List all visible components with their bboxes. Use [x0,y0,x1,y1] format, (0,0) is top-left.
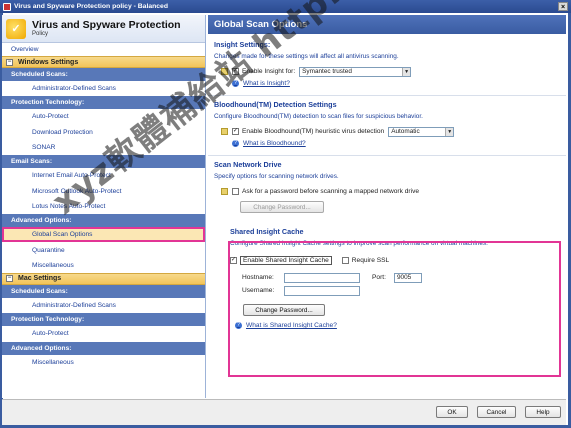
cancel-button[interactable]: Cancel [477,406,516,418]
nav-overview[interactable]: Overview [2,43,205,56]
nav-item-global-scan-options[interactable]: Global Scan Options [2,227,205,243]
enable-bloodhound-label: Enable Bloodhound(TM) heuristic virus de… [242,128,385,135]
help-button[interactable]: Help [525,406,561,418]
shared-cache-highlight [228,241,561,377]
brand-header: ✓ Virus and Spyware Protection Policy [2,15,205,43]
chevron-down-icon[interactable]: ▼ [402,67,411,76]
chevron-down-icon[interactable]: ▼ [445,127,454,136]
nav-group-header: Advanced Options: [2,341,205,355]
shield-logo-icon: ✓ [6,18,26,39]
nav-group-header: Scheduled Scans: [2,68,205,81]
nav-item-outlook[interactable]: Microsoft Outlook Auto-Protect [2,183,205,198]
bloodhound-desc: Configure Bloodhound(TM) detection to sc… [214,113,423,120]
insight-level-value: Symantec trusted [302,68,352,75]
ok-button[interactable]: OK [436,406,468,418]
network-row: Ask for a password before scanning a map… [208,186,566,197]
insight-desc: Changes made for these settings will aff… [214,53,399,60]
nav-item-auto-protect[interactable]: Auto-Protect [2,109,205,124]
network-change-password-button[interactable]: Change Password... [240,201,324,213]
ask-password-label: Ask for a password before scanning a map… [242,188,420,195]
page-title: Global Scan Options [208,15,566,34]
lock-icon [221,188,228,195]
nav-group-header: Protection Technology: [2,313,205,327]
network-desc: Specify options for scanning network dri… [214,173,339,180]
help-text[interactable]: What is Insight? [243,80,290,87]
nav-item-lotus-notes[interactable]: Lotus Notes Auto-Protect [2,199,205,214]
insight-level-select[interactable]: Symantec trusted ▼ [299,66,412,77]
nav-item-mac-admin-defined-scans[interactable]: Administrator-Defined Scans [2,298,205,313]
footer-bar: OK Cancel Help [2,399,566,425]
nav-item-mac-miscellaneous[interactable]: Miscellaneous [2,355,205,370]
lock-icon [221,128,228,135]
lock-icon [221,68,228,75]
close-icon[interactable]: × [558,2,568,11]
nav-group-header: Scheduled Scans: [2,284,205,298]
help-icon: ? [232,80,239,87]
help-icon: ? [232,140,239,147]
network-heading: Scan Network Drive [214,160,282,169]
insight-help-link[interactable]: ? What is Insight? [208,80,566,87]
nav-item-mac-auto-protect[interactable]: Auto-Protect [2,326,205,341]
nav-item-admin-defined-scans[interactable]: Administrator-Defined Scans [2,81,205,96]
shared-cache-heading: Shared Insight Cache [230,227,304,236]
divider [208,95,566,96]
help-text[interactable]: What is Bloodhound? [243,140,306,147]
divider [208,155,566,156]
mac-settings-section[interactable]: − Mac Settings [2,272,205,285]
insight-heading: Insight Settings: [214,40,271,49]
collapse-icon[interactable]: − [6,275,13,283]
brand-subtitle: Policy [32,31,49,37]
enable-bloodhound-checkbox[interactable]: ✓ [232,128,239,135]
nav-group-header: Protection Technology: [2,96,205,110]
nav-group-header: Advanced Options: [2,214,205,228]
enable-insight-label: Enable Insight for: [242,68,296,75]
nav-item-quarantine[interactable]: Quarantine [2,242,205,257]
ask-password-checkbox[interactable] [232,188,239,195]
section-label: Mac Settings [18,275,62,283]
app-icon [3,2,11,11]
bloodhound-level-value: Automatic [391,128,420,135]
bloodhound-help-link[interactable]: ? What is Bloodhound? [208,140,566,147]
nav-item-miscellaneous[interactable]: Miscellaneous [2,258,205,273]
window-title: Virus and Spyware Protection policy - Ba… [14,3,168,10]
insight-row: ✓ Enable Insight for: Symantec trusted ▼ [208,66,566,77]
window-titlebar: Virus and Spyware Protection policy - Ba… [0,0,571,13]
section-label: Windows Settings [18,58,79,66]
brand-title: Virus and Spyware Protection [32,19,181,31]
nav-item-internet-email[interactable]: Internet Email Auto-Protect [2,168,205,183]
nav-item-download-protection[interactable]: Download Protection [2,125,205,140]
bloodhound-heading: Bloodhound(TM) Detection Settings [214,100,337,109]
enable-insight-checkbox[interactable]: ✓ [232,68,239,75]
bloodhound-level-select[interactable]: Automatic ▼ [388,126,455,137]
bloodhound-row: ✓ Enable Bloodhound(TM) heuristic virus … [208,126,566,137]
nav-group-header: Email Scans: [2,155,205,169]
nav-panel: ✓ Virus and Spyware Protection Policy Ov… [2,15,206,398]
collapse-icon[interactable]: − [6,58,13,66]
nav-item-sonar[interactable]: SONAR [2,140,205,155]
windows-settings-section[interactable]: − Windows Settings [2,56,205,68]
